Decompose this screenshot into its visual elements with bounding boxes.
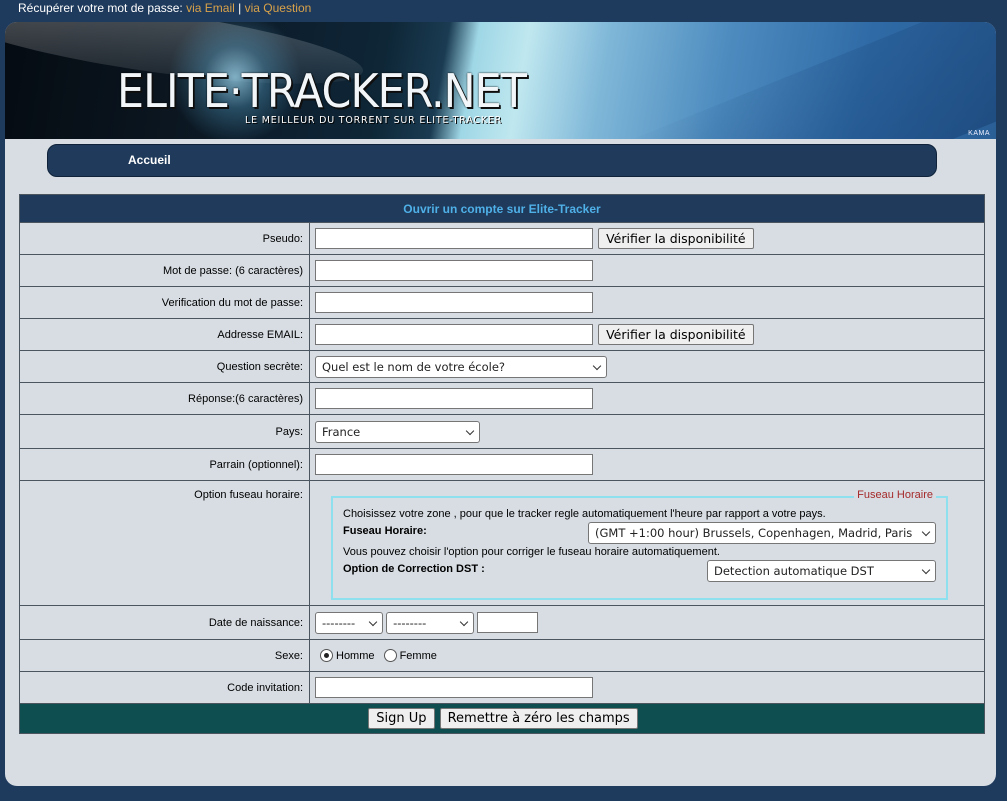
header-banner: ELITE·TRACKER.NET LE MEILLEUR DU TORRENT… [5, 22, 996, 139]
country-label: Pays: [19, 414, 310, 449]
sex-female-label: Femme [399, 649, 437, 662]
sponsor-label: Parrain (optionnel): [19, 448, 310, 481]
country-value: France [322, 424, 361, 439]
timezone-legend: Fuseau Horaire [854, 489, 936, 501]
password-label: Mot de passe: (6 caractères) [19, 254, 310, 287]
sex-label: Sexe: [19, 639, 310, 672]
answer-label: Réponse:(6 caractères) [19, 382, 310, 415]
sex-male-radio[interactable] [320, 649, 333, 662]
birth-month-select[interactable]: -------- [386, 611, 475, 634]
page-container: ELITE·TRACKER.NET LE MEILLEUR DU TORRENT… [5, 22, 996, 786]
signup-form: Ouvrir un compte sur Elite-Tracker Pseud… [19, 194, 985, 734]
separator: | [238, 1, 242, 15]
site-tagline: LE MEILLEUR DU TORRENT SUR ELITE-TRACKER [245, 115, 503, 126]
timezone-select[interactable]: (GMT +1:00 hour) Brussels, Copenhagen, M… [588, 522, 936, 544]
password-confirm-input[interactable] [315, 292, 593, 313]
email-input[interactable] [315, 324, 593, 345]
nav-home[interactable]: Accueil [128, 153, 171, 167]
secret-question-label: Question secrète: [19, 350, 310, 383]
chevron-down-icon [592, 361, 602, 370]
birth-year-input[interactable] [477, 612, 539, 633]
sex-male-label: Homme [336, 649, 375, 662]
timezone-value: (GMT +1:00 hour) Brussels, Copenhagen, M… [595, 526, 913, 540]
dst-note: Vous pouvez choisir l'option pour corrig… [343, 546, 720, 558]
chevron-down-icon [459, 617, 469, 626]
pseudo-input[interactable] [315, 228, 593, 249]
chevron-down-icon [921, 527, 931, 537]
pseudo-label: Pseudo: [19, 222, 310, 255]
form-title: Ouvrir un compte sur Elite-Tracker [19, 194, 985, 223]
recover-via-question-link[interactable]: via Question [245, 1, 312, 15]
sex-female-radio[interactable] [383, 649, 397, 662]
email-label: Addresse EMAIL: [19, 318, 310, 351]
birthdate-label: Date de naissance: [19, 605, 310, 640]
recover-via-email-link[interactable]: via Email [186, 1, 235, 15]
timezone-fieldset: Fuseau Horaire Choisissez votre zone , p… [331, 489, 948, 600]
secret-question-select[interactable]: Quel est le nom de votre école? [315, 355, 607, 378]
check-pseudo-button[interactable]: Vérifier la disponibilité [598, 228, 754, 249]
password-confirm-label: Verification du mot de passe: [19, 286, 310, 319]
answer-input[interactable] [315, 388, 593, 409]
secret-question-value: Quel est le nom de votre école? [322, 359, 506, 374]
timezone-intro: Choisissez votre zone , pour que le trac… [343, 508, 826, 520]
birth-day-select[interactable]: -------- [315, 611, 383, 634]
password-recovery-bar: Récupérer votre mot de passe: via Email … [18, 0, 311, 16]
sponsor-input[interactable] [315, 454, 593, 475]
birth-day-value: -------- [322, 615, 356, 630]
check-email-button[interactable]: Vérifier la disponibilité [598, 324, 754, 345]
invite-code-label: Code invitation: [19, 671, 310, 704]
birth-month-value: -------- [393, 615, 427, 630]
main-nav: Accueil [47, 144, 937, 177]
dst-label: Option de Correction DST : [343, 563, 485, 575]
chevron-down-icon [921, 565, 931, 575]
signup-button[interactable]: Sign Up [368, 708, 435, 729]
banner-credit: KAMA [968, 130, 990, 137]
dst-value: Detection automatique DST [714, 564, 874, 578]
site-logo[interactable]: ELITE·TRACKER.NET [117, 65, 527, 117]
chevron-down-icon [368, 617, 378, 626]
chevron-down-icon [465, 426, 475, 435]
reset-button[interactable]: Remettre à zéro les champs [439, 708, 638, 729]
password-input[interactable] [315, 260, 593, 281]
timezone-option-label: Option fuseau horaire: [19, 480, 310, 606]
timezone-field-label: Fuseau Horaire: [343, 525, 427, 537]
dst-select[interactable]: Detection automatique DST [707, 560, 936, 582]
recovery-label: Récupérer votre mot de passe: [18, 1, 183, 15]
country-select[interactable]: France [315, 420, 480, 443]
invite-code-input[interactable] [315, 677, 593, 698]
